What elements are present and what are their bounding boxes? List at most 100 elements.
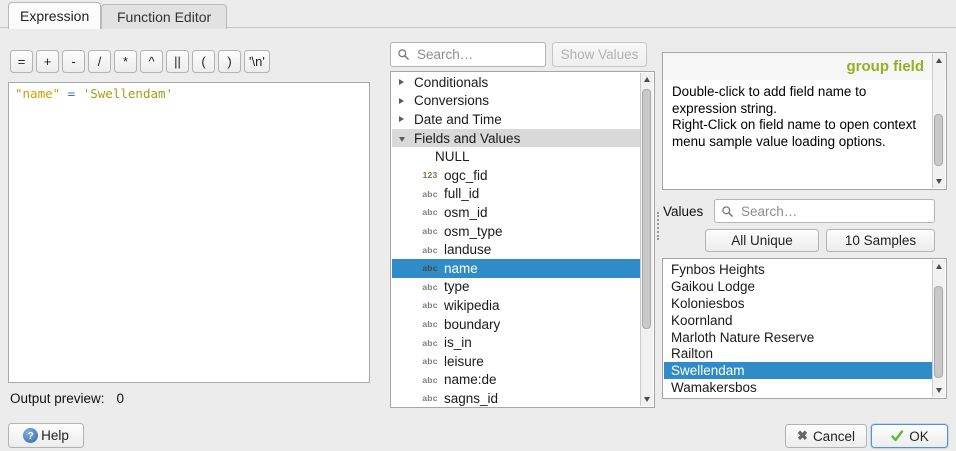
value-item-koornland[interactable]: Koornland <box>664 312 932 329</box>
function-search-input[interactable] <box>415 46 539 63</box>
numeric-field-icon: 123 <box>419 170 441 180</box>
operator-button-[interactable]: - <box>62 50 85 73</box>
tab-bar: Expression Function Editor <box>0 0 956 28</box>
scroll-down-arrow-icon[interactable] <box>933 384 945 397</box>
tree-item-wikipedia[interactable]: abcwikipedia <box>392 296 640 315</box>
ok-check-icon <box>890 429 904 443</box>
tree-item-type[interactable]: abctype <box>392 278 640 297</box>
show-values-button[interactable]: Show Values <box>552 42 647 67</box>
operator-button-[interactable]: ) <box>218 50 241 73</box>
tree-item-sagns-id[interactable]: abcsagns_id <box>392 389 640 406</box>
text-field-icon: abc <box>419 375 441 385</box>
value-item-swellendam[interactable]: Swellendam <box>664 362 932 379</box>
value-item-label: Gaikou Lodge <box>671 279 755 294</box>
tree-item-is-in[interactable]: abcis_in <box>392 333 640 352</box>
help-button-label: Help <box>41 428 69 443</box>
all-unique-button[interactable]: All Unique <box>705 229 819 252</box>
function-search-box[interactable] <box>390 42 546 67</box>
value-item-label: Marloth Nature Reserve <box>671 330 814 345</box>
tree-item-date-and-time[interactable]: Date and Time <box>392 110 640 129</box>
operator-button-n[interactable]: '\n' <box>244 50 270 73</box>
scroll-down-arrow-icon[interactable] <box>933 175 945 188</box>
value-item-marloth-nature-reserve[interactable]: Marloth Nature Reserve <box>664 329 932 346</box>
operator-button-[interactable]: = <box>10 50 33 73</box>
tree-group-label: Conditionals <box>414 75 488 90</box>
tree-item-boundary[interactable]: abcboundary <box>392 315 640 334</box>
scrollbar-thumb[interactable] <box>934 114 943 166</box>
tree-field-label: wikipedia <box>444 298 500 313</box>
value-item-label: Wamakersbos <box>671 380 757 395</box>
scroll-up-arrow-icon[interactable] <box>641 73 653 86</box>
text-field-icon: abc <box>419 282 441 292</box>
tab-function-editor[interactable]: Function Editor <box>101 4 227 29</box>
tree-field-label: osm_id <box>444 205 488 220</box>
expand-arrow-icon[interactable] <box>399 79 404 85</box>
value-item-gaikou-lodge[interactable]: Gaikou Lodge <box>664 278 932 295</box>
panel-splitter-handle[interactable] <box>657 212 659 240</box>
tree-item-leisure[interactable]: abcleisure <box>392 352 640 371</box>
operator-button-[interactable]: ^ <box>140 50 163 73</box>
ok-button[interactable]: OK <box>871 424 948 448</box>
tree-item-conversions[interactable]: Conversions <box>392 92 640 111</box>
tree-group-label: Conversions <box>414 93 489 108</box>
scroll-up-arrow-icon[interactable] <box>933 54 945 67</box>
value-item-label: Koornland <box>671 313 733 328</box>
tree-field-label: osm_type <box>444 224 503 239</box>
value-item-fynbos-heights[interactable]: Fynbos Heights <box>664 261 932 278</box>
expand-arrow-icon[interactable] <box>399 116 404 122</box>
scrollbar-thumb[interactable] <box>642 89 651 329</box>
cancel-x-icon: ✖ <box>797 428 808 444</box>
tree-field-label: sagns_id <box>444 391 498 406</box>
values-search-input[interactable] <box>739 203 928 220</box>
text-field-icon: abc <box>419 226 441 236</box>
value-item-label: Swellendam <box>671 363 745 378</box>
scroll-down-arrow-icon[interactable] <box>641 393 653 406</box>
expression-editor[interactable]: "name" = 'Swellendam' <box>8 82 370 383</box>
values-scrollbar[interactable] <box>932 260 945 397</box>
text-field-icon: abc <box>419 245 441 255</box>
cancel-button[interactable]: ✖ Cancel <box>785 424 867 448</box>
function-tree-rows: Conditionals Conversions Date and TimeFiel… <box>392 73 640 406</box>
expression-token-string: 'Swellendam' <box>83 86 173 101</box>
tree-item-ogc-fid[interactable]: 123ogc_fid <box>392 166 640 185</box>
text-field-icon: abc <box>419 300 441 310</box>
text-field-icon: abc <box>419 263 441 273</box>
ten-samples-button[interactable]: 10 Samples <box>826 229 935 252</box>
scroll-up-arrow-icon[interactable] <box>933 260 945 273</box>
value-item-label: Railton <box>671 346 713 361</box>
tree-item-name-de[interactable]: abcname:de <box>392 371 640 390</box>
tree-item-fields-and-values[interactable]: Fields and Values <box>392 129 640 148</box>
tab-expression-label: Expression <box>20 8 89 24</box>
values-search-box[interactable] <box>714 199 935 223</box>
tree-item-null[interactable]: NULL <box>392 147 640 166</box>
tree-item-conditionals[interactable]: Conditionals <box>392 73 640 92</box>
collapse-arrow-icon[interactable] <box>399 137 405 142</box>
text-field-icon: abc <box>419 393 441 403</box>
tree-item-landuse[interactable]: abclanduse <box>392 240 640 259</box>
tree-item-osm-id[interactable]: abcosm_id <box>392 203 640 222</box>
function-tree: Conditionals Conversions Date and TimeFiel… <box>390 71 655 408</box>
scrollbar-thumb[interactable] <box>934 286 943 378</box>
operator-button-[interactable]: ( <box>192 50 215 73</box>
help-scrollbar[interactable] <box>932 54 945 188</box>
tab-expression[interactable]: Expression <box>8 2 101 29</box>
tree-item-osm-type[interactable]: abcosm_type <box>392 222 640 241</box>
operator-button-[interactable]: * <box>114 50 137 73</box>
operator-button-[interactable]: + <box>36 50 59 73</box>
tree-field-label: NULL <box>435 149 470 164</box>
tree-field-label: ogc_fid <box>444 168 488 183</box>
help-body-line: Double-click to add field name to expres… <box>672 84 924 117</box>
tree-scrollbar[interactable] <box>640 73 653 406</box>
help-button[interactable]: ? Help <box>8 423 84 448</box>
expand-arrow-icon[interactable] <box>399 98 404 104</box>
operator-button-[interactable]: / <box>88 50 111 73</box>
expression-dialog: Expression Function Editor =+-/*^||()'\n… <box>0 0 956 451</box>
tree-item-name[interactable]: abcname <box>392 259 640 278</box>
operator-button-[interactable]: || <box>166 50 189 73</box>
value-item-koloniesbos[interactable]: Koloniesbos <box>664 295 932 312</box>
help-question-icon: ? <box>23 428 38 443</box>
values-list-rows: Fynbos HeightsGaikou LodgeKoloniesbosKoo… <box>664 261 932 397</box>
value-item-railton[interactable]: Railton <box>664 345 932 362</box>
tree-item-full-id[interactable]: abcfull_id <box>392 185 640 204</box>
value-item-wamakersbos[interactable]: Wamakersbos <box>664 379 932 396</box>
